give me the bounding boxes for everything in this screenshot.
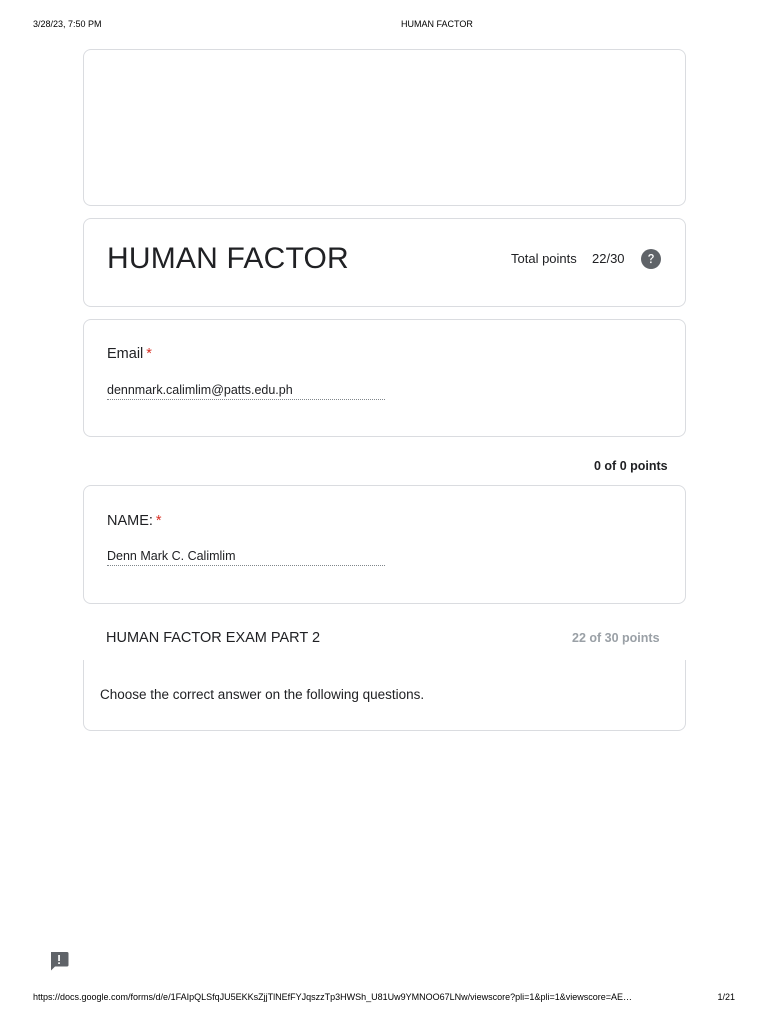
feedback-icon[interactable] [48, 950, 70, 972]
name-label-text: NAME: [107, 513, 153, 529]
total-points-value: 22/30 [592, 251, 625, 266]
section-title: HUMAN FACTOR EXAM PART 2 [106, 630, 321, 646]
print-title: HUMAN FACTOR [401, 19, 473, 29]
print-url: https://docs.google.com/forms/d/e/1FAIpQ… [33, 992, 632, 1002]
print-header: 3/28/23, 7:50 PM HUMAN FACTOR [33, 19, 735, 31]
section-description-card: Choose the correct answer on the followi… [83, 660, 686, 731]
page-number: 1/21 [717, 992, 735, 1002]
total-points-label: Total points [511, 251, 577, 266]
form-title-card: HUMAN FACTOR Total points 22/30 [83, 218, 686, 307]
form-title: HUMAN FACTOR [107, 242, 349, 275]
name-answer: Denn Mark C. Calimlim [107, 549, 385, 566]
required-asterisk: * [146, 346, 152, 362]
help-circle-icon[interactable] [641, 249, 661, 269]
section-points: 0 of 0 points [594, 459, 668, 473]
email-answer: dennmark.calimlim@patts.edu.ph [107, 383, 385, 400]
name-question-card: NAME: * Denn Mark C. Calimlim [83, 485, 686, 604]
email-question-card: Email * dennmark.calimlim@patts.edu.ph [83, 319, 686, 437]
required-asterisk: * [155, 513, 162, 529]
print-datetime: 3/28/23, 7:50 PM [33, 19, 102, 29]
email-question-label: Email * [107, 346, 152, 362]
section-score: 22 of 30 points [572, 631, 660, 645]
section-description: Choose the correct answer on the followi… [100, 687, 425, 702]
name-question-label: NAME: * [107, 513, 162, 529]
header-banner-card [83, 49, 686, 206]
print-footer: https://docs.google.com/forms/d/e/1FAIpQ… [33, 992, 735, 1004]
email-label-text: Email [107, 346, 144, 362]
